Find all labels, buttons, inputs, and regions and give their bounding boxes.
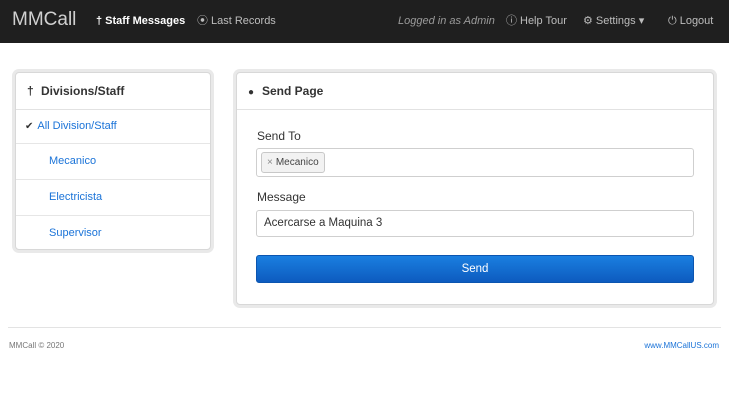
nav-staff-messages[interactable]: † Staff Messages [96, 0, 185, 43]
send-page-panel-title: Send Page [262, 84, 324, 98]
chevron-down-icon: ✔ [25, 121, 34, 132]
message-field[interactable]: Acercarse a Maquina 3 [256, 210, 694, 237]
tree-item-all-divisions[interactable]: ✔ All Division/Staff [16, 110, 210, 144]
nav-logout[interactable]: ⏻ Logout [668, 0, 713, 43]
tree-item-electricista[interactable]: Electricista [16, 180, 210, 216]
recipient-tag[interactable]: × Mecanico [261, 152, 325, 173]
footer-divider [8, 327, 721, 328]
footer-link[interactable]: www.MMCallUS.com [644, 341, 719, 350]
divisions-panel-heading: † Divisions/Staff [16, 73, 210, 110]
nav-staff-messages-label: Staff Messages [105, 15, 186, 27]
nav-last-records-label: Last Records [211, 15, 276, 27]
send-page-panel-heading: ● Send Page [237, 73, 713, 110]
nav-logout-label: Logout [679, 15, 714, 27]
nav-help-tour[interactable]: ⓘ Help Tour [506, 0, 567, 43]
cogs-icon: ⚙ [583, 15, 593, 27]
tree-item-mecanico[interactable]: Mecanico [16, 144, 210, 180]
person-icon: † [27, 84, 34, 98]
message-label: Message [257, 190, 306, 204]
send-page-panel: ● Send Page Send To × Mecanico Message Ace… [236, 72, 714, 305]
nav-settings-label: Settings [595, 15, 636, 27]
power-icon: ⏻ [668, 15, 677, 27]
send-to-field[interactable]: × Mecanico [256, 148, 694, 177]
remove-tag-icon[interactable]: × [267, 157, 273, 168]
nav-help-tour-label: Help Tour [520, 15, 567, 27]
message-field-value: Acercarse a Maquina 3 [264, 217, 383, 229]
clock-icon: ⦿ [197, 15, 208, 27]
top-navbar: MMCall † Staff Messages ⦿ Last Records Log… [0, 0, 729, 43]
info-icon: ⓘ [506, 15, 517, 27]
footer-copyright: MMCall © 2020 [9, 341, 65, 350]
chevron-down-icon: ▾ [638, 15, 645, 27]
comment-icon: ● [248, 87, 255, 98]
brand-logo[interactable]: MMCall [12, 9, 76, 31]
tree-item-all-divisions-label: All Division/Staff [37, 120, 117, 132]
send-to-label: Send To [257, 129, 301, 143]
recipient-tag-label: Mecanico [275, 157, 319, 168]
nav-last-records[interactable]: ⦿ Last Records [197, 0, 276, 43]
divisions-panel: † Divisions/Staff ✔ All Division/Staff Mec… [15, 72, 211, 250]
tree-item-supervisor[interactable]: Supervisor [16, 216, 210, 251]
divisions-panel-title: Divisions/Staff [41, 84, 125, 98]
person-icon: † [96, 15, 103, 27]
logged-in-text: Logged in as Admin [398, 15, 495, 27]
send-button[interactable]: Send [256, 255, 694, 283]
nav-settings-dropdown[interactable]: ⚙ Settings ▾ [583, 0, 644, 43]
